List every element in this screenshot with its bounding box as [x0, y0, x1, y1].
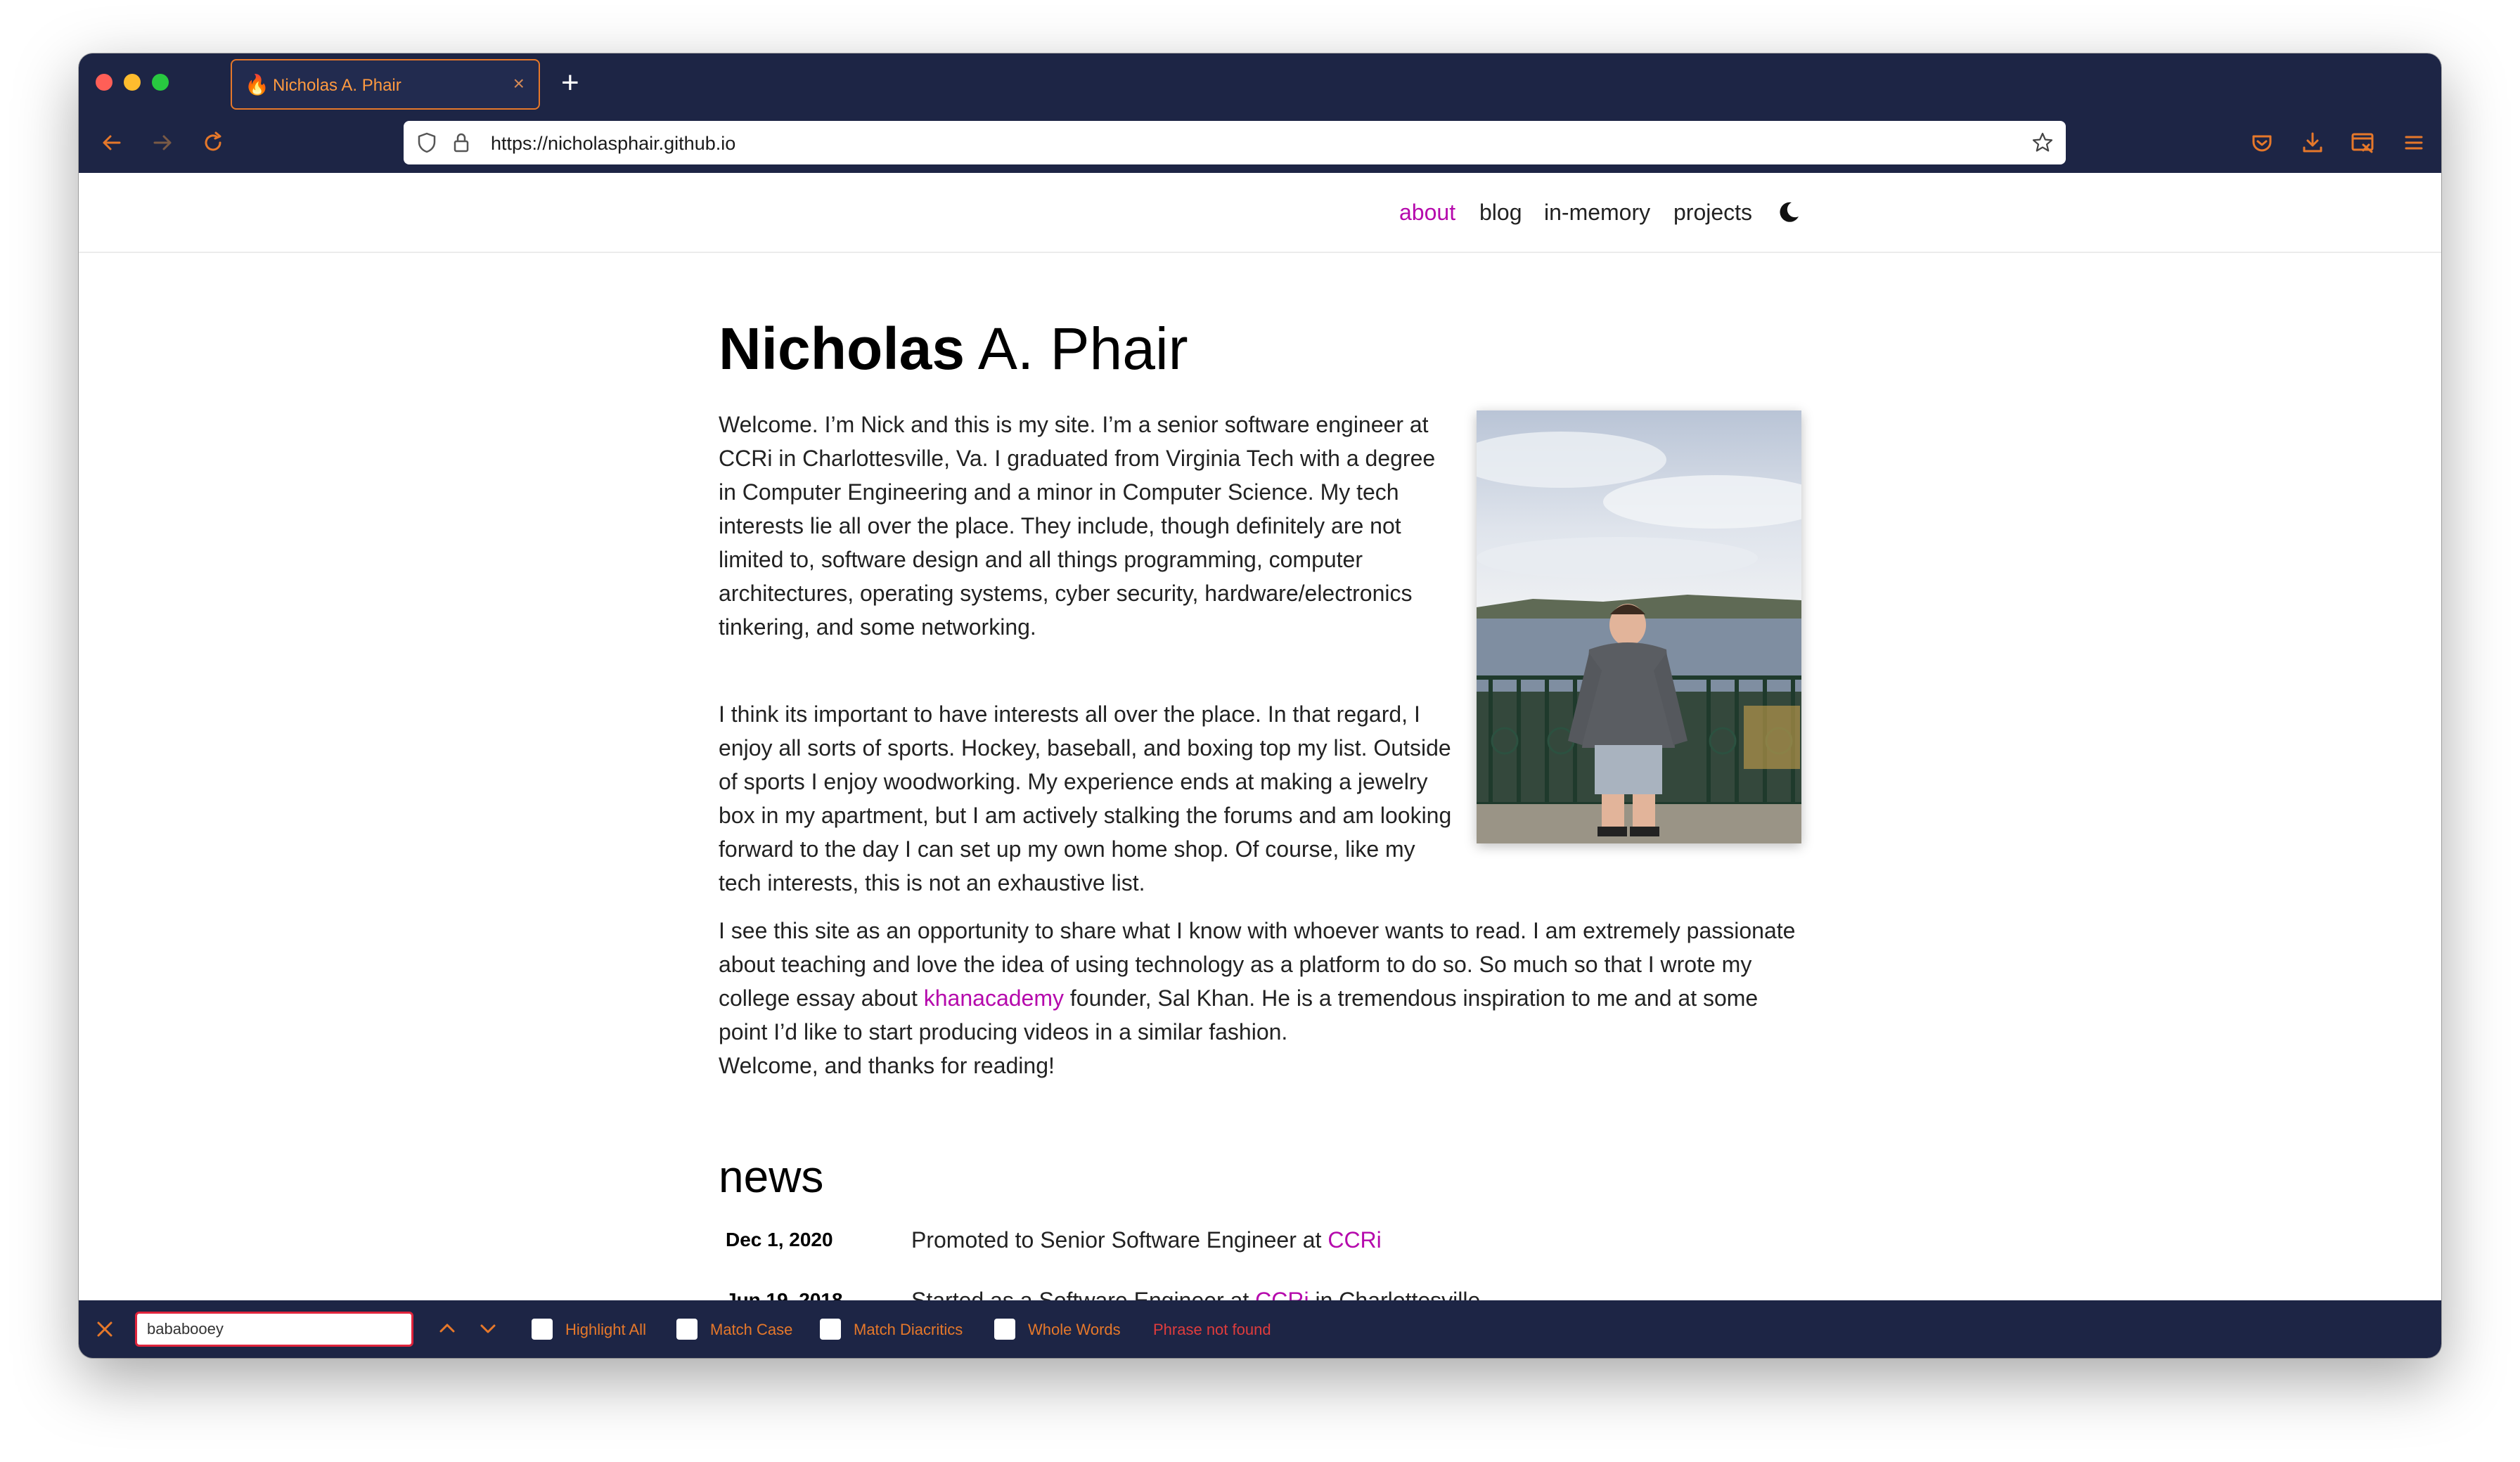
news-text: Promoted to Senior Software Engineer at …: [911, 1226, 1382, 1254]
extension-button[interactable]: [2347, 127, 2379, 159]
hamburger-menu-icon: [2405, 136, 2423, 150]
close-icon[interactable]: [94, 1319, 115, 1340]
tab-strip: 🔥 Nicholas A. Phair × +: [79, 53, 2441, 115]
url-scheme: https://: [491, 133, 548, 154]
fire-icon: 🔥: [245, 74, 269, 96]
profile-photo-image: [1477, 410, 1801, 843]
minimize-window-button[interactable]: [124, 74, 141, 91]
page-title-rest: A. Phair: [977, 316, 1188, 382]
new-tab-button[interactable]: +: [561, 67, 579, 98]
match-diacritics-checkbox[interactable]: [820, 1319, 841, 1340]
nav-link-blog[interactable]: blog: [1479, 198, 1522, 226]
nav-link-in-memory[interactable]: in-memory: [1544, 198, 1650, 226]
forward-button[interactable]: [146, 127, 179, 159]
navigation-toolbar: https://nicholasphair.github.io: [79, 115, 2441, 173]
tab-close-icon[interactable]: ×: [513, 72, 525, 96]
news-date: Jun 19, 2018: [726, 1289, 843, 1300]
find-input[interactable]: [135, 1312, 413, 1347]
menu-button[interactable]: [2398, 127, 2430, 159]
lock-icon[interactable]: [451, 131, 471, 154]
whole-words-checkbox[interactable]: [994, 1319, 1015, 1340]
address-bar[interactable]: https://nicholasphair.github.io: [404, 121, 2066, 164]
find-bar: Highlight All Match Case Match Diacritic…: [79, 1300, 2441, 1358]
arrow-left-icon: [103, 135, 121, 150]
download-icon: [2303, 132, 2322, 153]
reload-button[interactable]: [197, 127, 229, 159]
find-previous-button[interactable]: [433, 1314, 461, 1343]
url-host: nicholasphair.github.io: [548, 133, 736, 154]
chevron-up-icon: [439, 1324, 455, 1333]
ccri-link[interactable]: CCRi: [1328, 1227, 1381, 1253]
khanacademy-link[interactable]: khanacademy: [924, 985, 1064, 1011]
site-navbar: about blog in-memory projects: [79, 173, 2441, 253]
star-bookmark-icon[interactable]: [2031, 131, 2055, 155]
page-title: Nicholas A. Phair: [719, 315, 1188, 382]
arrow-right-icon: [153, 135, 172, 150]
about-paragraph-2: I think its important to have interests …: [719, 701, 1452, 895]
maximize-window-button[interactable]: [152, 74, 169, 91]
nav-link-projects[interactable]: projects: [1673, 198, 1752, 226]
downloads-button[interactable]: [2296, 127, 2329, 159]
find-status: Phrase not found: [1153, 1321, 1271, 1338]
browser-window: 🔥 Nicholas A. Phair × + https://nicholas…: [79, 53, 2441, 1358]
page-viewport: about blog in-memory projects Nicholas A…: [79, 173, 2441, 1300]
tab-active[interactable]: 🔥 Nicholas A. Phair ×: [231, 59, 540, 110]
about-paragraph-3: I see this site as an opportunity to sha…: [719, 914, 1806, 1049]
news-text-tail: in Charlottesville: [1309, 1288, 1481, 1300]
about-paragraph-1: Welcome. I’m Nick and this is my site. I…: [719, 412, 1436, 640]
shield-icon[interactable]: [416, 131, 437, 154]
page-title-first: Nicholas: [719, 316, 965, 382]
url-text[interactable]: https://nicholasphair.github.io: [491, 131, 735, 155]
pocket-button[interactable]: [2246, 127, 2278, 159]
find-next-button[interactable]: [474, 1314, 502, 1343]
close-window-button[interactable]: [96, 74, 112, 91]
highlight-all-checkbox[interactable]: [532, 1319, 553, 1340]
chevron-down-icon: [480, 1324, 496, 1333]
about-paragraph-4: Welcome, and thanks for reading!: [719, 1053, 1055, 1078]
news-heading: news: [719, 1151, 824, 1202]
reload-icon: [205, 131, 221, 151]
match-diacritics-label[interactable]: Match Diacritics: [854, 1320, 963, 1340]
news-text-body: Promoted to Senior Software Engineer at: [911, 1227, 1328, 1253]
news-text-body: Started as a Software Engineer at: [911, 1288, 1256, 1300]
match-case-checkbox[interactable]: [676, 1319, 698, 1340]
whole-words-label[interactable]: Whole Words: [1028, 1320, 1121, 1340]
profile-photo: [1477, 410, 1801, 843]
nav-link-about[interactable]: about: [1399, 198, 1455, 226]
news-date: Dec 1, 2020: [726, 1229, 833, 1250]
highlight-all-label[interactable]: Highlight All: [565, 1320, 646, 1340]
moon-icon[interactable]: [1776, 200, 1801, 225]
back-button[interactable]: [96, 127, 128, 159]
ccri-link[interactable]: CCRi: [1255, 1288, 1309, 1300]
news-text: Started as a Software Engineer at CCRi i…: [911, 1286, 1480, 1300]
match-case-label[interactable]: Match Case: [710, 1320, 792, 1340]
screenshot-icon: [2351, 133, 2374, 153]
tab-title: Nicholas A. Phair: [273, 76, 401, 95]
pocket-icon: [2252, 135, 2272, 152]
